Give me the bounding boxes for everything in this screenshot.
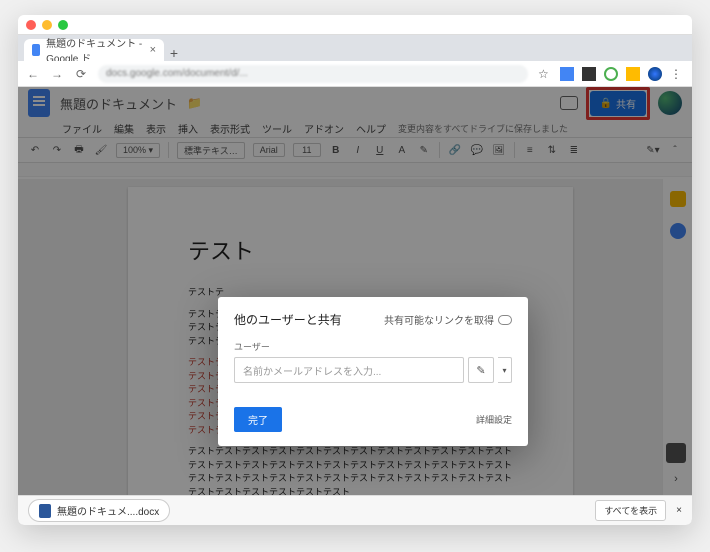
- download-chip[interactable]: 無題のドキュメ....docx: [28, 499, 170, 522]
- extension-icon[interactable]: [582, 67, 596, 81]
- docs-favicon-icon: [32, 44, 40, 56]
- browser-tab[interactable]: 無題のドキュメント - Google ド ×: [24, 39, 164, 61]
- share-dialog: 他のユーザーと共有 共有可能なリンクを取得 ユーザー 名前かメールアドレスを入力…: [218, 297, 528, 446]
- extension-icon[interactable]: [560, 67, 574, 81]
- profile-avatar-icon[interactable]: [648, 67, 662, 81]
- new-tab-button[interactable]: +: [164, 45, 184, 61]
- extension-icons: ☆ ⋮: [538, 67, 684, 81]
- browser-menu-icon[interactable]: ⋮: [670, 67, 684, 81]
- tab-close-icon[interactable]: ×: [150, 44, 156, 56]
- word-file-icon: [39, 504, 51, 518]
- advanced-link[interactable]: 詳細設定: [476, 413, 512, 426]
- users-label: ユーザー: [234, 340, 512, 353]
- browser-toolbar: ← → ⟳ docs.google.com/document/d/... ☆ ⋮: [18, 61, 692, 87]
- browser-tabstrip: 無題のドキュメント - Google ド × +: [18, 35, 692, 61]
- close-download-bar-icon[interactable]: ×: [676, 505, 682, 516]
- share-people-input[interactable]: 名前かメールアドレスを入力...: [234, 357, 464, 383]
- minimize-window-icon[interactable]: [42, 20, 52, 30]
- permission-pencil-icon[interactable]: ✎: [468, 357, 494, 383]
- dialog-title: 他のユーザーと共有: [234, 311, 342, 328]
- maximize-window-icon[interactable]: [58, 20, 68, 30]
- show-all-downloads-button[interactable]: すべてを表示: [595, 500, 666, 521]
- extension-icon[interactable]: [626, 67, 640, 81]
- star-icon[interactable]: ☆: [538, 67, 552, 81]
- link-icon: [498, 315, 512, 325]
- window-titlebar: [18, 15, 692, 35]
- get-shareable-link[interactable]: 共有可能なリンクを取得: [384, 312, 512, 327]
- close-window-icon[interactable]: [26, 20, 36, 30]
- address-bar[interactable]: docs.google.com/document/d/...: [98, 65, 528, 83]
- permission-dropdown-icon[interactable]: ▾: [498, 357, 512, 383]
- nav-reload-icon[interactable]: ⟳: [74, 67, 88, 81]
- download-filename: 無題のドキュメ....docx: [57, 503, 159, 518]
- download-bar: 無題のドキュメ....docx すべてを表示 ×: [18, 495, 692, 525]
- nav-forward-icon[interactable]: →: [50, 67, 64, 81]
- done-button[interactable]: 完了: [234, 407, 282, 432]
- nav-back-icon[interactable]: ←: [26, 67, 40, 81]
- extension-icon[interactable]: [604, 67, 618, 81]
